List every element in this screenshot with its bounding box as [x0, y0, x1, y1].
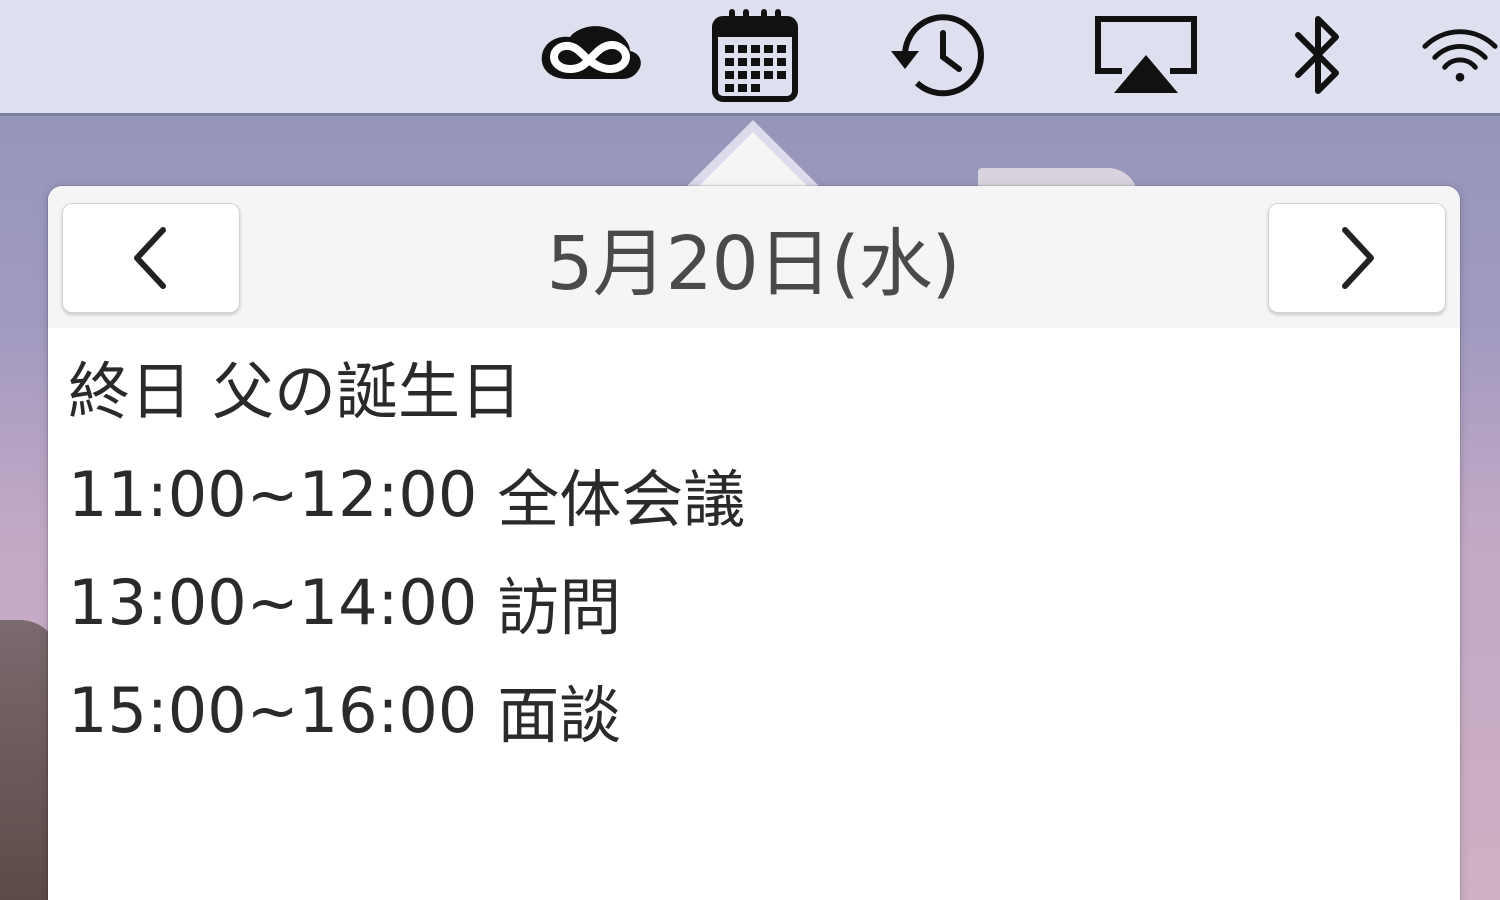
event-list: 終日 父の誕生日 11:00~12:00 全体会議 13:00~14:00 訪問…	[68, 332, 1438, 764]
previous-day-button[interactable]	[62, 203, 240, 313]
next-day-button[interactable]	[1268, 203, 1446, 313]
event-title: 父の誕生日	[212, 355, 523, 428]
wifi-icon[interactable]	[1420, 0, 1500, 110]
event-title: 全体会議	[497, 463, 746, 536]
menu-bar	[0, 0, 1500, 116]
event-time: 13:00~14:00	[68, 565, 478, 639]
airplay-icon[interactable]	[1090, 0, 1202, 110]
event-time: 11:00~12:00	[68, 457, 478, 531]
event-time: 終日	[68, 355, 193, 428]
date-title: 5月20日(水)	[546, 220, 961, 307]
bluetooth-icon[interactable]	[1280, 0, 1356, 110]
popover-header: 5月20日(水)	[48, 186, 1460, 328]
event-item[interactable]: 15:00~16:00 面談	[68, 656, 1438, 764]
calendar-popover: 5月20日(水) 終日 父の誕生日 11:00~12:00 全体会議 13:00…	[48, 186, 1460, 900]
chevron-right-icon	[1342, 227, 1374, 289]
event-item[interactable]: 11:00~12:00 全体会議	[68, 440, 1438, 548]
event-time: 15:00~16:00	[68, 673, 478, 747]
event-title: 訪問	[497, 571, 622, 644]
calendar-icon[interactable]	[700, 0, 810, 110]
time-machine-icon[interactable]	[880, 0, 998, 110]
popover-arrow	[683, 120, 823, 190]
chevron-left-icon	[134, 227, 166, 289]
event-title: 面談	[497, 679, 622, 752]
desktop: 5月20日(水) 終日 父の誕生日 11:00~12:00 全体会議 13:00…	[0, 0, 1500, 900]
event-item[interactable]: 13:00~14:00 訪問	[68, 548, 1438, 656]
event-item[interactable]: 終日 父の誕生日	[68, 332, 1438, 440]
creative-cloud-icon[interactable]	[528, 0, 652, 110]
